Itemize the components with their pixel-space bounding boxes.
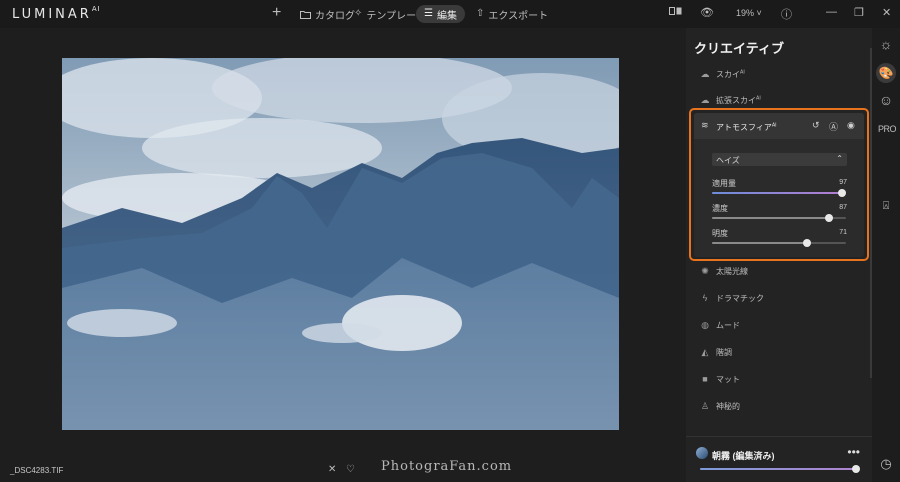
top-bar: LUMINARAI + カタログ ✧ テンプレート ☰ 編集 ⇧ エクスポート … <box>0 0 900 28</box>
atmosphere-icon: ≋ <box>701 120 709 130</box>
panel-title: クリエイティブ <box>694 41 784 56</box>
tools-panel: クリエイティブ ☁ スカイAI ☁ 拡張スカイAI ≋ アトモスフィアAI ↺ … <box>686 28 872 482</box>
slider-lightness-value: 71 <box>839 229 847 236</box>
slider-handle[interactable] <box>824 214 833 222</box>
preset-amount-slider[interactable] <box>700 465 860 473</box>
close-button[interactable]: ✕ <box>882 6 891 19</box>
tool-dramatic[interactable]: ϟ ドラマチック <box>700 290 764 306</box>
lightning-icon: ϟ <box>702 292 708 303</box>
preset-thumbnail <box>696 447 708 459</box>
tool-sky-label: スカイ <box>716 69 740 79</box>
creative-palette-icon[interactable]: 🎨 <box>876 63 896 83</box>
sparkle-icon: ✧ <box>354 8 363 19</box>
app-logo: LUMINARAI <box>12 5 101 22</box>
zoom-select[interactable]: 19% ˅ <box>736 8 762 18</box>
add-photos-button[interactable]: + <box>272 4 281 22</box>
atmosphere-highlight: ≋ アトモスフィアAI ↺ Ⓐ ◉ ヘイズ ⌃ 適用量 97 濃度 87 明度 … <box>689 108 869 261</box>
local-masking-icon[interactable]: ⍓ <box>878 200 894 213</box>
cloud-icon: ☁ <box>700 68 710 79</box>
mask-icon[interactable]: Ⓐ <box>829 120 838 133</box>
chevron-updown-icon: ⌃ <box>836 154 843 163</box>
reset-icon[interactable]: ↺ <box>812 120 820 131</box>
toning-icon: ◭ <box>701 346 709 357</box>
slider-handle[interactable] <box>803 239 812 247</box>
tab-edit[interactable]: ☰ 編集 <box>416 5 465 23</box>
compare-icon[interactable] <box>669 6 682 19</box>
tool-mood-label: ムード <box>716 320 740 330</box>
essentials-sun-icon[interactable]: ☼ <box>878 36 894 52</box>
tool-sun-rays-label: 太陽光線 <box>716 266 748 276</box>
file-name: _DSC4283.TIF <box>10 466 64 475</box>
atmosphere-type-select[interactable]: ヘイズ ⌃ <box>712 153 847 166</box>
tool-matte[interactable]: ■ マット <box>700 371 740 387</box>
slider-density[interactable] <box>712 214 846 222</box>
portrait-face-icon[interactable]: ☺ <box>878 92 894 108</box>
tab-edit-label: 編集 <box>436 10 457 22</box>
pro-icon[interactable]: PRO <box>878 124 897 134</box>
mood-icon: ◍ <box>701 319 709 330</box>
slider-amount[interactable] <box>712 189 846 197</box>
more-options-icon[interactable]: ••• <box>847 445 860 459</box>
slider-density-value: 87 <box>839 204 847 211</box>
tool-dramatic-label: ドラマチック <box>716 293 764 303</box>
reject-icon[interactable]: ✕ <box>328 464 336 475</box>
tool-sky[interactable]: ☁ スカイAI <box>700 66 745 82</box>
mystical-icon: ♙ <box>700 400 710 411</box>
slider-amount-label: 適用量 <box>712 179 736 188</box>
folder-icon <box>300 10 311 19</box>
tool-category-bar: ☼ 🎨 ☺ PRO ⍓ ◷ <box>872 28 900 482</box>
tool-toning-label: 階調 <box>716 347 732 357</box>
tab-export-label: エクスポート <box>488 10 549 22</box>
favorite-heart-icon[interactable]: ♡ <box>346 464 355 475</box>
cloud-plus-icon: ☁ <box>700 94 710 105</box>
atmosphere-header[interactable]: ≋ アトモスフィアAI ↺ Ⓐ ◉ <box>694 113 864 139</box>
tool-mystical[interactable]: ♙ 神秘的 <box>700 398 740 414</box>
tool-toning[interactable]: ◭ 階調 <box>700 344 732 360</box>
tool-mystical-label: 神秘的 <box>716 401 740 411</box>
slider-lightness[interactable] <box>712 239 846 247</box>
info-icon[interactable]: ⓘ <box>781 6 792 22</box>
slider-handle[interactable] <box>852 465 860 473</box>
atmosphere-title: アトモスフィア <box>716 123 772 132</box>
tool-sun-rays[interactable]: ✺ 太陽光線 <box>700 263 748 279</box>
preset-bar: 朝霧 (編集済み) ••• <box>686 436 872 482</box>
toggle-visibility-icon[interactable]: ◉ <box>847 120 855 131</box>
slider-handle[interactable] <box>837 189 846 197</box>
tool-matte-label: マット <box>716 374 740 384</box>
slider-lightness-label: 明度 <box>712 229 728 238</box>
tool-mood[interactable]: ◍ ムード <box>700 317 740 333</box>
matte-icon: ■ <box>702 373 708 384</box>
sun-rays-icon: ✺ <box>701 265 709 276</box>
tool-augmented-sky-label: 拡張スカイ <box>716 95 756 105</box>
preset-name: 朝霧 (編集済み) <box>712 451 775 461</box>
photo-preview[interactable] <box>62 58 619 430</box>
eye-icon[interactable]: 👁 <box>700 6 714 19</box>
sliders-icon: ☰ <box>424 8 433 19</box>
slider-density-label: 濃度 <box>712 204 728 213</box>
share-icon: ⇧ <box>476 8 485 19</box>
history-clock-icon[interactable]: ◷ <box>878 456 894 472</box>
watermark: PhotograFan.com <box>381 459 513 474</box>
minimize-button[interactable]: — <box>826 6 837 18</box>
slider-amount-value: 97 <box>839 179 847 186</box>
tab-export[interactable]: ⇧ エクスポート <box>468 5 556 23</box>
atmosphere-card: ≋ アトモスフィアAI ↺ Ⓐ ◉ ヘイズ ⌃ 適用量 97 濃度 87 明度 … <box>694 113 864 257</box>
restore-button[interactable]: ❐ <box>854 6 864 19</box>
tool-augmented-sky[interactable]: ☁ 拡張スカイAI <box>700 92 761 108</box>
